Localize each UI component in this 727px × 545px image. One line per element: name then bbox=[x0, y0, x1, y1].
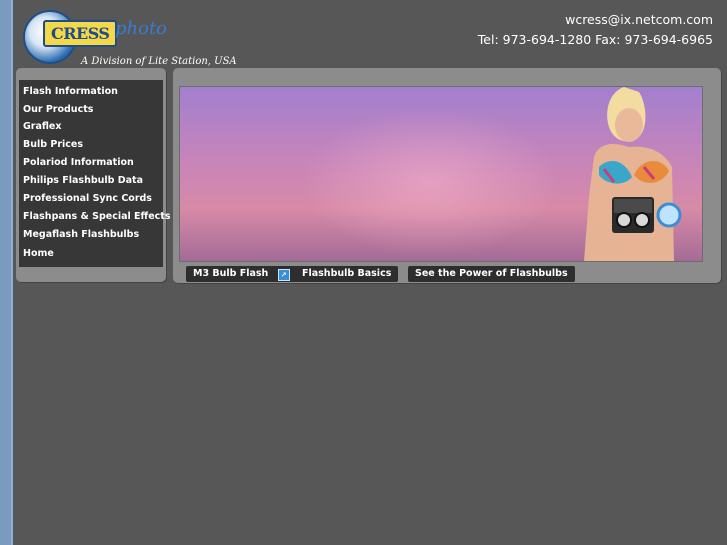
nav-flash-information[interactable]: Flash Information bbox=[23, 86, 118, 97]
tab-m3-bulb-flash-label: M3 Bulb Flash bbox=[193, 268, 269, 279]
tab-flashbulb-basics[interactable]: Flashbulb Basics bbox=[295, 266, 399, 282]
model-with-camera-image bbox=[584, 87, 682, 261]
tab-power-of-flashbulbs-label: See the Power of Flashbulbs bbox=[415, 268, 568, 279]
nav-philips-flashbulb-data[interactable]: Philips Flashbulb Data bbox=[23, 175, 143, 186]
hero-banner bbox=[179, 86, 703, 262]
cress-photo-logo[interactable]: CRESS photo A Division of Lite Station, … bbox=[23, 8, 237, 68]
contact-email[interactable]: wcress@ix.netcom.com bbox=[478, 10, 713, 30]
tab-m3-bulb-flash[interactable]: M3 Bulb Flash ↗ bbox=[186, 266, 297, 282]
page-container: CRESS photo A Division of Lite Station, … bbox=[11, 0, 727, 545]
logo-brand-photo: photo bbox=[115, 18, 168, 39]
contact-info: wcress@ix.netcom.com Tel: 973-694-1280 F… bbox=[478, 10, 713, 50]
nav-graflex[interactable]: Graflex bbox=[23, 121, 62, 132]
logo-brand-word: CRESS bbox=[43, 20, 118, 47]
nav-professional-sync-cords[interactable]: Professional Sync Cords bbox=[23, 193, 152, 204]
contact-phone-fax: Tel: 973-694-1280 Fax: 973-694-6965 bbox=[477, 32, 713, 47]
nav-polaroid-information[interactable]: Polariod Information bbox=[23, 157, 134, 168]
logo-subtitle: A Division of Lite Station, USA bbox=[81, 56, 237, 67]
nav-megaflash-flashbulbs[interactable]: Megaflash Flashbulbs bbox=[23, 229, 139, 240]
sidebar-nav: Flash Information Our Products Graflex B… bbox=[19, 80, 171, 267]
tab-power-of-flashbulbs[interactable]: See the Power of Flashbulbs bbox=[408, 266, 575, 282]
nav-our-products[interactable]: Our Products bbox=[23, 104, 93, 115]
nav-flashpans-special-effects[interactable]: Flashpans & Special Effects bbox=[23, 211, 171, 222]
tab-flashbulb-basics-label: Flashbulb Basics bbox=[302, 268, 392, 279]
nav-home[interactable]: Home bbox=[23, 248, 54, 259]
content-panel: M3 Bulb Flash ↗ Flashbulb Basics See the… bbox=[173, 68, 721, 283]
sidebar-panel: Flash Information Our Products Graflex B… bbox=[16, 68, 171, 282]
nav-bulb-prices[interactable]: Bulb Prices bbox=[23, 139, 83, 150]
hero-glow bbox=[300, 107, 560, 257]
external-link-icon: ↗ bbox=[277, 269, 290, 281]
